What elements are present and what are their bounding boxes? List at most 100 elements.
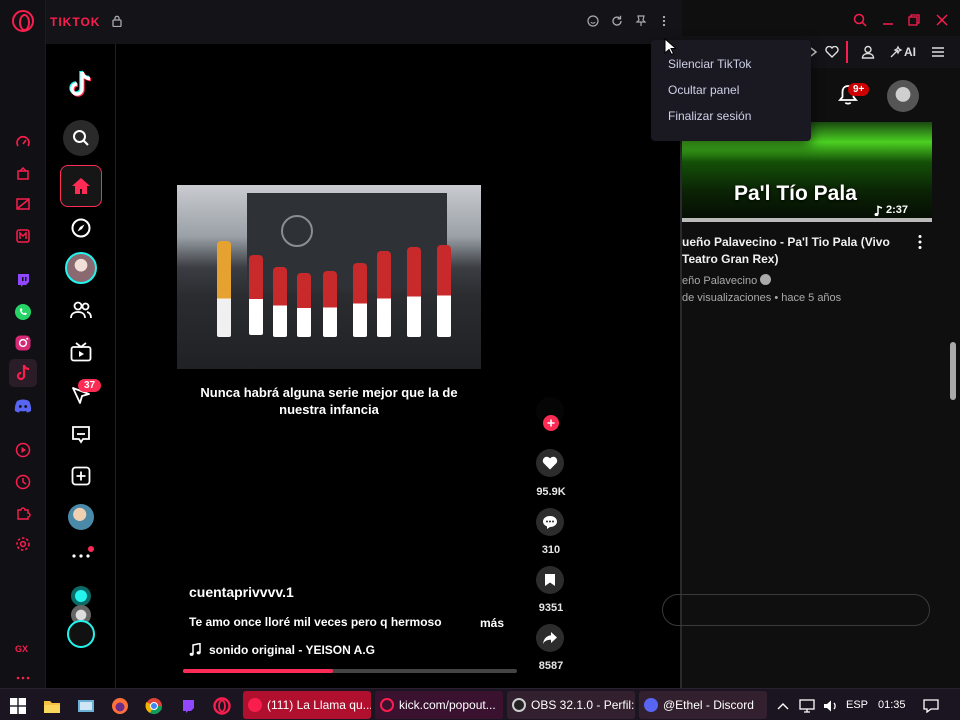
- ai-icon[interactable]: [888, 44, 904, 60]
- tray-chevron-up-icon[interactable]: [776, 697, 790, 715]
- discord-icon[interactable]: [13, 396, 33, 416]
- scrollbar-thumb[interactable]: [950, 342, 956, 400]
- clock[interactable]: 01:35: [878, 699, 906, 711]
- opera-gx-taskbar-icon[interactable]: [213, 697, 231, 715]
- window-app-icon: [644, 698, 658, 712]
- tiktok-panel: 37 Nunca habrá alguna serie mejor que la…: [46, 44, 682, 688]
- hamburger-menu-icon[interactable]: [930, 44, 946, 60]
- minimize-icon[interactable]: [880, 12, 896, 28]
- pin-icon[interactable]: [634, 14, 648, 28]
- gx-mods-icon[interactable]: [13, 226, 33, 246]
- restore-icon[interactable]: [906, 12, 922, 28]
- follow-plus-icon[interactable]: [543, 415, 559, 431]
- instagram-icon[interactable]: [13, 333, 33, 353]
- explore-icon[interactable]: [63, 210, 99, 246]
- gx-corner-icon[interactable]: [13, 164, 33, 184]
- video-author[interactable]: cuentaprivvvv.1: [189, 584, 294, 600]
- video-frame[interactable]: [177, 185, 481, 369]
- more-icon[interactable]: [63, 538, 99, 574]
- whatsapp-icon[interactable]: [13, 302, 33, 322]
- video-progress-bar[interactable]: [183, 669, 517, 673]
- see-more-link[interactable]: más: [480, 616, 504, 630]
- home-icon[interactable]: [60, 165, 102, 207]
- taskbar-window[interactable]: OBS 32.1.0 - Perfil:...: [507, 691, 635, 719]
- menu-item-mute[interactable]: Silenciar TikTok: [651, 56, 811, 82]
- taskbar-window[interactable]: @Ethel - Discord: [639, 691, 767, 719]
- history-icon[interactable]: [13, 472, 33, 492]
- video-meta: de visualizaciones • hace 5 años: [682, 292, 842, 304]
- taskbar-window-label: kick.com/popout...: [399, 698, 496, 712]
- like-button[interactable]: [536, 449, 564, 477]
- control-panel-icon[interactable]: [77, 697, 95, 715]
- upload-icon[interactable]: [63, 458, 99, 494]
- taskbar-window[interactable]: (111) La Llama qu...: [243, 691, 371, 719]
- ai-label[interactable]: AI: [904, 45, 916, 59]
- extensions-icon[interactable]: [13, 503, 33, 523]
- suggested-account-avatar[interactable]: [71, 586, 91, 606]
- menu-item-hide-panel[interactable]: Ocultar panel: [651, 82, 811, 108]
- thumbnail-title: Pa'l Tío Pala: [734, 182, 857, 205]
- tiktok-logo-icon[interactable]: [63, 66, 99, 102]
- settings-icon[interactable]: [13, 534, 33, 554]
- sidebar-more-icon[interactable]: [13, 668, 33, 688]
- firefox-icon[interactable]: [111, 697, 129, 715]
- menu-item-logout[interactable]: Finalizar sesión: [651, 108, 811, 134]
- loading-spinner: [67, 620, 95, 648]
- video-player: [323, 271, 337, 337]
- video-player: [273, 267, 287, 337]
- reload-icon[interactable]: [610, 14, 624, 28]
- inbox-icon[interactable]: [63, 417, 99, 453]
- live-icon[interactable]: [63, 334, 99, 370]
- notifications-center-icon[interactable]: [922, 697, 940, 715]
- account-icon[interactable]: [860, 44, 876, 60]
- speed-dial-icon[interactable]: [13, 132, 33, 152]
- player-icon[interactable]: [13, 440, 33, 460]
- comment-button[interactable]: [536, 508, 564, 536]
- following-icon[interactable]: [63, 292, 99, 328]
- language-indicator[interactable]: ESP: [846, 699, 868, 711]
- save-button[interactable]: [536, 566, 564, 594]
- video-progress-fill: [183, 669, 334, 673]
- video-player: [407, 247, 421, 337]
- twitch-app-icon[interactable]: [179, 697, 197, 715]
- video-player: [437, 245, 451, 337]
- gx-small-logo-icon[interactable]: GX: [13, 638, 33, 658]
- file-explorer-icon[interactable]: [43, 697, 61, 715]
- volume-icon[interactable]: [822, 697, 840, 715]
- share-count: 8587: [538, 660, 564, 672]
- panel-title: TIKTOK: [50, 15, 101, 29]
- twitch-icon[interactable]: [13, 270, 33, 290]
- channel-name[interactable]: eño Palavecino: [682, 274, 772, 287]
- browser-sidebar: GX: [0, 0, 46, 688]
- share-button[interactable]: [536, 624, 564, 652]
- emoji-icon[interactable]: [586, 14, 600, 28]
- windows-start-icon[interactable]: [9, 697, 27, 715]
- verified-icon: [760, 274, 772, 285]
- favorites-icon[interactable]: [824, 44, 840, 60]
- save-count: 9351: [538, 602, 564, 614]
- taskbar-window[interactable]: kick.com/popout...: [375, 691, 503, 719]
- network-icon[interactable]: [798, 697, 816, 715]
- profile-avatar[interactable]: [68, 504, 94, 530]
- gx-control-icon[interactable]: [13, 194, 33, 214]
- video-player: [297, 273, 311, 337]
- channel-name-text: eño Palavecino: [682, 275, 758, 287]
- opera-gx-logo-icon[interactable]: [12, 10, 34, 32]
- live-avatar[interactable]: [65, 252, 97, 284]
- channel-avatar[interactable]: [887, 80, 919, 112]
- video-menu-icon[interactable]: [918, 234, 922, 255]
- video-title[interactable]: ueño Palavecino - Pa'l Tio Pala (Vivo Te…: [682, 234, 907, 268]
- windows-taskbar: (111) La Llama qu... kick.com/popout... …: [0, 688, 960, 720]
- search-icon[interactable]: [852, 12, 868, 28]
- video-caption: Nunca habrá alguna serie mejor que la de…: [200, 385, 458, 417]
- close-icon[interactable]: [934, 12, 950, 28]
- music-title[interactable]: sonido original - YEISON A.G: [209, 643, 375, 657]
- window-app-icon: [380, 698, 394, 712]
- tiktok-sidebar-icon[interactable]: [9, 359, 37, 387]
- search-icon[interactable]: [63, 120, 99, 156]
- comment-input[interactable]: [662, 594, 930, 626]
- panel-menu-icon[interactable]: [657, 14, 671, 28]
- chrome-icon[interactable]: [145, 697, 163, 715]
- toolbar-separator: [846, 41, 848, 63]
- video-player: [353, 263, 367, 337]
